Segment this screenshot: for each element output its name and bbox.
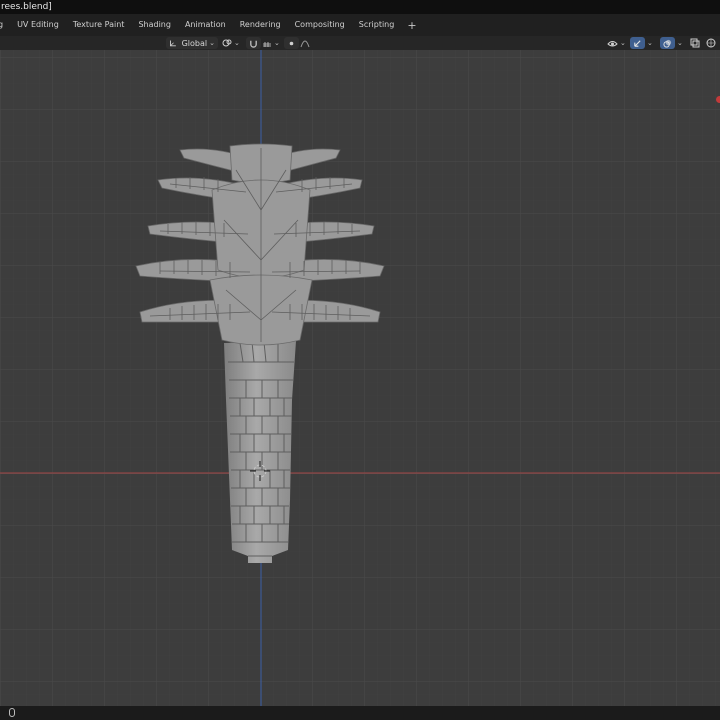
overlays-toggle[interactable]: ⌄ xyxy=(660,36,683,50)
snap-target-dropdown[interactable]: ⌄ xyxy=(262,36,280,50)
tab-scripting[interactable]: Scripting xyxy=(352,14,402,36)
chevron-down-icon: ⌄ xyxy=(620,39,626,47)
pivot-point-dropdown[interactable]: ⌄ xyxy=(222,36,240,50)
gizmo-toggle[interactable]: ⌄ xyxy=(630,36,653,50)
chevron-down-icon: ⌄ xyxy=(274,39,280,47)
tab-modeling[interactable]: g xyxy=(0,14,10,36)
window-title: rees.blend] xyxy=(1,2,52,12)
falloff-dropdown[interactable] xyxy=(300,36,310,50)
overlay-icon xyxy=(663,39,672,48)
orientation-value: Global xyxy=(181,38,208,48)
snap-toggle[interactable] xyxy=(246,36,261,50)
xray-icon xyxy=(690,38,700,48)
mouse-icon xyxy=(9,708,15,717)
tab-uv-editing[interactable]: UV Editing xyxy=(10,14,66,36)
viewport-header: Global ⌄ ⌄ ⌄ ⌄ ⌄ ⌄ xyxy=(0,36,720,50)
chevron-down-icon: ⌄ xyxy=(677,39,683,47)
tab-texture-paint[interactable]: Texture Paint xyxy=(66,14,132,36)
xray-toggle[interactable] xyxy=(690,36,700,50)
transform-orientation-dropdown[interactable]: Global ⌄ xyxy=(166,36,218,50)
gizmo-icon xyxy=(634,39,641,47)
wireframe-icon xyxy=(706,38,716,48)
navigation-gizmo-x-axis[interactable] xyxy=(716,96,720,103)
add-workspace-button[interactable]: + xyxy=(401,19,422,32)
tab-compositing[interactable]: Compositing xyxy=(288,14,352,36)
major-grid xyxy=(0,50,720,706)
visibility-dropdown[interactable]: ⌄ xyxy=(607,36,626,50)
status-bar xyxy=(0,706,720,720)
proportional-edit-icon xyxy=(289,41,294,45)
window-title-bar: rees.blend] xyxy=(0,0,720,14)
tab-animation[interactable]: Animation xyxy=(178,14,233,36)
workspace-tabs: g UV Editing Texture Paint Shading Anima… xyxy=(0,14,720,36)
proportional-edit-toggle[interactable] xyxy=(284,36,299,50)
grid-snap-icon xyxy=(263,41,271,47)
viewport-canvas xyxy=(0,50,720,706)
chevron-down-icon: ⌄ xyxy=(209,39,215,47)
eye-icon xyxy=(607,40,618,46)
tab-rendering[interactable]: Rendering xyxy=(233,14,288,36)
axes-icon xyxy=(170,39,176,46)
link-icon xyxy=(222,39,232,47)
chevron-down-icon: ⌄ xyxy=(647,39,653,47)
tab-shading[interactable]: Shading xyxy=(131,14,178,36)
magnet-icon xyxy=(250,40,257,48)
3d-viewport[interactable] xyxy=(0,50,720,706)
falloff-curve-icon xyxy=(300,40,310,47)
wireframe-shading-button[interactable] xyxy=(706,36,716,50)
chevron-down-icon: ⌄ xyxy=(234,39,240,47)
